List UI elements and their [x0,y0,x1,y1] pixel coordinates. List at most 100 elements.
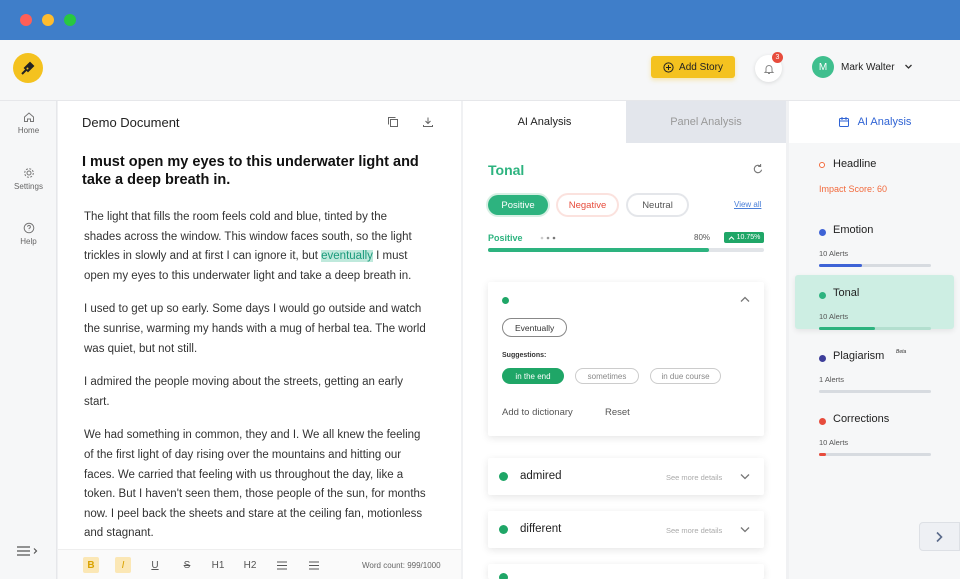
word-count: Word count: 999/1000 [362,561,441,570]
category-progress-track [819,390,931,393]
category-emotion[interactable]: Emotion 10 Alerts [795,212,954,267]
window-titlebar [0,0,960,40]
top-header: Add Story 3 M Mark Walter [0,40,960,101]
metric-percent: 80% [694,233,711,242]
category-corrections[interactable]: Corrections 10 Alerts [795,401,954,456]
alert-count: 10 Alerts [819,249,849,258]
category-headline[interactable]: Headline Impact Score: 60 [795,153,954,207]
status-dot [819,292,826,299]
highlighted-word[interactable]: eventually [321,250,373,263]
gear-icon [23,168,34,178]
add-story-button[interactable]: Add Story [651,56,735,78]
suggestion-chip[interactable]: sometimes [575,368,639,384]
notification-count-badge: 3 [772,52,783,63]
category-progress-track [819,264,931,267]
impact-score: Impact Score: 60 [819,184,888,194]
strikethrough-button[interactable]: S [179,557,195,573]
chevron-down-icon[interactable] [740,473,750,480]
paragraph: We had something in common, they and I. … [84,429,426,540]
metric-label: Positive [488,233,523,243]
copy-icon[interactable] [387,116,399,128]
bullet-list-button[interactable] [274,557,290,573]
word-card[interactable]: admired See more details [488,458,764,495]
category-label: Headline [833,158,877,170]
see-more-details-link[interactable]: See more details [666,526,722,535]
add-story-label: Add Story [679,61,723,73]
status-dot [499,472,508,481]
document-heading: I must open my eyes to this underwater l… [82,154,419,188]
filter-negative[interactable]: Negative [558,195,617,215]
category-plagiarism[interactable]: Plagiarism Beta 1 Alerts [795,338,954,393]
status-dot [499,525,508,534]
heading2-button[interactable]: H2 [242,557,258,573]
category-progress-track [819,453,931,456]
category-tonal[interactable]: Tonal 10 Alerts [795,275,954,330]
close-window-button[interactable] [20,14,32,26]
ai-analysis-header[interactable]: AI Analysis [789,101,960,143]
category-progress-track [819,327,931,330]
paragraph: I admired the people moving about the st… [84,376,404,408]
status-dot [819,229,826,236]
pen-logo-icon[interactable] [13,53,43,83]
chevron-down-icon[interactable] [740,526,750,533]
menu-expand-icon[interactable] [16,546,40,556]
maximize-window-button[interactable] [64,14,76,26]
minimize-window-button[interactable] [42,14,54,26]
format-toolbar: B I U S H1 H2 Word count: 999/1000 [58,549,461,579]
status-dot [819,355,826,362]
refresh-icon[interactable] [752,163,764,175]
more-dots-icon [540,236,556,240]
avatar[interactable]: M [812,56,834,78]
underline-button[interactable]: U [147,557,163,573]
suggestion-chip[interactable]: in due course [650,368,721,384]
ai-analysis-sidebar: AI Analysis Headline Impact Score: 60 Em… [789,101,960,579]
side-navigation: Home Settings Help [0,101,57,579]
nav-item-settings[interactable]: Settings [0,167,57,191]
beta-badge: Beta [896,349,907,355]
tonal-analysis: Tonal Positive Negative Neutral View all… [463,143,786,579]
italic-button[interactable]: I [115,557,131,573]
download-icon[interactable] [422,116,434,128]
alert-count: 10 Alerts [819,312,849,321]
paragraph: The light that fills the room feels cold… [84,211,412,282]
calendar-icon [838,117,849,127]
plus-circle-icon [663,61,674,73]
nav-item-home[interactable]: Home [0,111,57,135]
heading1-button[interactable]: H1 [210,557,226,573]
section-title: Tonal [488,162,525,178]
tab-panel-analysis[interactable]: Panel Analysis [626,101,786,143]
bell-icon [763,64,774,74]
numbered-list-button[interactable] [306,557,322,573]
status-dot [499,573,508,579]
chevron-up-icon[interactable] [740,296,750,303]
paragraph: I used to get up so early. Some days I w… [84,303,426,355]
tab-ai-analysis[interactable]: AI Analysis [463,101,626,143]
nav-label-home: Home [17,126,40,135]
add-to-dictionary-button[interactable]: Add to dictionary [502,407,573,418]
ai-analysis-title: AI Analysis [857,116,912,128]
numbered-list-icon [309,561,319,569]
chevron-down-icon[interactable] [904,62,913,71]
see-more-details-link[interactable]: See more details [666,473,722,482]
word-label: admired [520,470,562,482]
category-label: Corrections [833,413,890,425]
filter-neutral[interactable]: Neutral [628,195,687,215]
word-card[interactable]: different See more details [488,511,764,548]
view-all-link[interactable]: View all [734,200,761,209]
bold-button[interactable]: B [83,557,99,573]
status-dot [819,162,825,168]
category-progress-fill [819,264,862,267]
analysis-panel: AI Analysis Panel Analysis Tonal Positiv… [463,101,786,579]
document-body[interactable]: I must open my eyes to this underwater l… [82,153,427,558]
user-name[interactable]: Mark Walter [841,62,895,73]
next-panel-button[interactable] [919,522,960,551]
word-card[interactable] [488,564,764,579]
suggestion-chip[interactable]: in the end [502,368,564,384]
document-editor: Demo Document I must open my eyes to thi… [58,101,461,579]
suggestion-card: Eventually Suggestions: in the end somet… [488,282,764,436]
flagged-word-chip[interactable]: Eventually [502,318,568,337]
category-progress-fill [819,327,875,330]
filter-positive[interactable]: Positive [488,195,548,215]
nav-item-help[interactable]: Help [0,222,57,246]
reset-button[interactable]: Reset [605,407,630,418]
